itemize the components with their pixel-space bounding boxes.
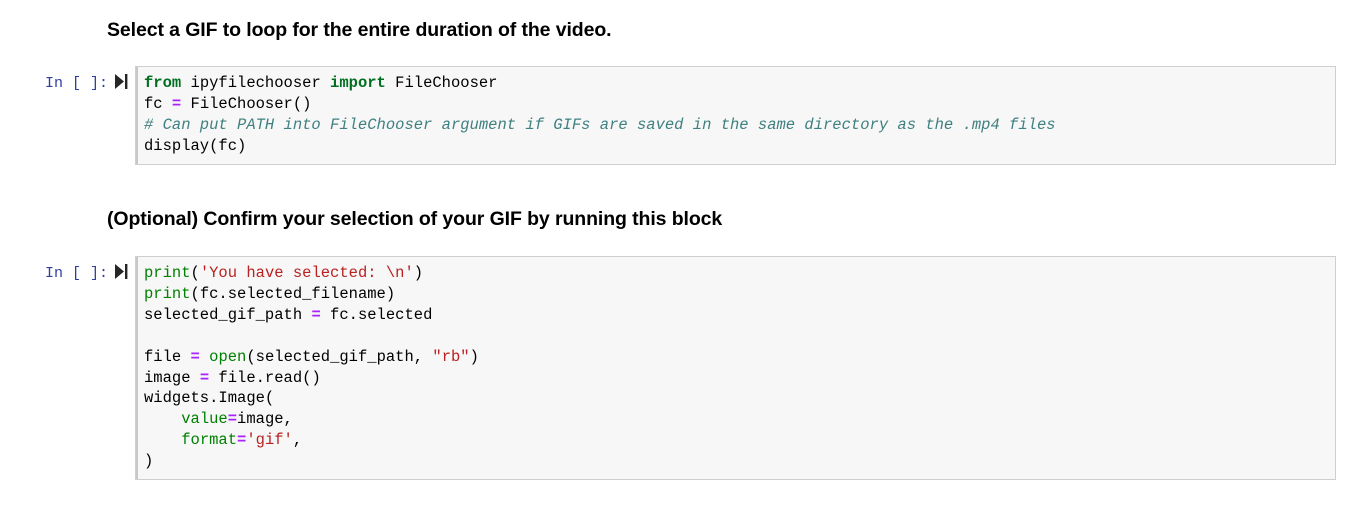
- code-token-kw: import: [330, 74, 386, 92]
- code-token-name: image,: [237, 410, 293, 429]
- heading-select-gif[interactable]: Select a GIF to loop for the entire dura…: [107, 19, 612, 42]
- run-cell-button[interactable]: [108, 256, 135, 280]
- code-token-punct: ,: [292, 431, 303, 450]
- code-token-name: selected_gif_path: [144, 305, 312, 324]
- code-text[interactable]: print('You have selected: \n') print(fc.…: [136, 257, 1335, 479]
- code-token-name: (selected_gif_path,: [246, 347, 433, 366]
- code-token-name: file.read(): [209, 368, 321, 387]
- code-token-punct: ): [413, 264, 424, 282]
- code-token-name: [144, 431, 181, 449]
- input-prompt-label: In [ ]:: [44, 75, 108, 92]
- code-input-area[interactable]: from ipyfilechooser import FileChooser f…: [135, 66, 1336, 165]
- code-token-punct: ): [469, 347, 479, 366]
- code-token-op: =: [227, 410, 238, 429]
- code-token-op: =: [190, 347, 200, 366]
- code-token-name: (fc.selected_filename): [190, 284, 396, 303]
- code-token-op: =: [171, 94, 182, 113]
- code-token-name: [144, 410, 181, 428]
- code-token-name: FileChooser: [385, 74, 498, 92]
- code-token-punct: (: [190, 264, 200, 282]
- code-token-op: =: [237, 431, 247, 450]
- code-token-arg: format: [181, 431, 238, 450]
- code-token-builtin: print: [144, 284, 191, 303]
- code-token-str: "rb": [432, 347, 470, 366]
- heading-confirm-selection[interactable]: (Optional) Confirm your selection of you…: [107, 208, 722, 231]
- code-token-comment: # Can put PATH into FileChooser argument…: [144, 115, 1056, 134]
- code-text[interactable]: from ipyfilechooser import FileChooser f…: [136, 67, 1335, 164]
- code-token-str: 'gif': [246, 431, 293, 450]
- code-token-op: =: [199, 368, 210, 387]
- input-prompt-label: In [ ]:: [44, 265, 108, 282]
- code-token-builtin: open: [209, 347, 247, 366]
- code-token-kw: from: [144, 74, 182, 92]
- code-token-str: 'You have selected: \n': [199, 264, 414, 282]
- code-token-name: [200, 348, 209, 366]
- run-cell-icon: [115, 264, 128, 279]
- code-token-arg: value: [181, 410, 228, 429]
- code-token-builtin: print: [144, 264, 191, 282]
- code-token-name: fc.selected: [320, 305, 433, 324]
- code-token-op: =: [311, 305, 321, 324]
- run-cell-button[interactable]: [108, 66, 135, 90]
- code-input-area[interactable]: print('You have selected: \n') print(fc.…: [135, 256, 1336, 481]
- code-token-name: display(fc): [144, 136, 247, 155]
- code-cell-filechooser[interactable]: In [ ]: from ipyfilechooser import FileC…: [0, 66, 1351, 165]
- cell-prompt-area: In [ ]:: [0, 66, 108, 94]
- cell-prompt-area: In [ ]:: [0, 256, 108, 284]
- run-cell-icon: [115, 74, 128, 89]
- code-token-name: widgets.Image(: [144, 389, 275, 408]
- code-cell-confirm[interactable]: In [ ]: print('You have selected: \n') p…: [0, 256, 1351, 481]
- code-token-name: file: [144, 347, 191, 366]
- code-token-name: image: [144, 368, 200, 387]
- code-token-name: fc: [144, 94, 172, 113]
- code-token-punct: ): [144, 452, 154, 471]
- code-token-name: FileChooser(): [181, 94, 312, 113]
- code-token-name: ipyfilechooser: [181, 74, 331, 92]
